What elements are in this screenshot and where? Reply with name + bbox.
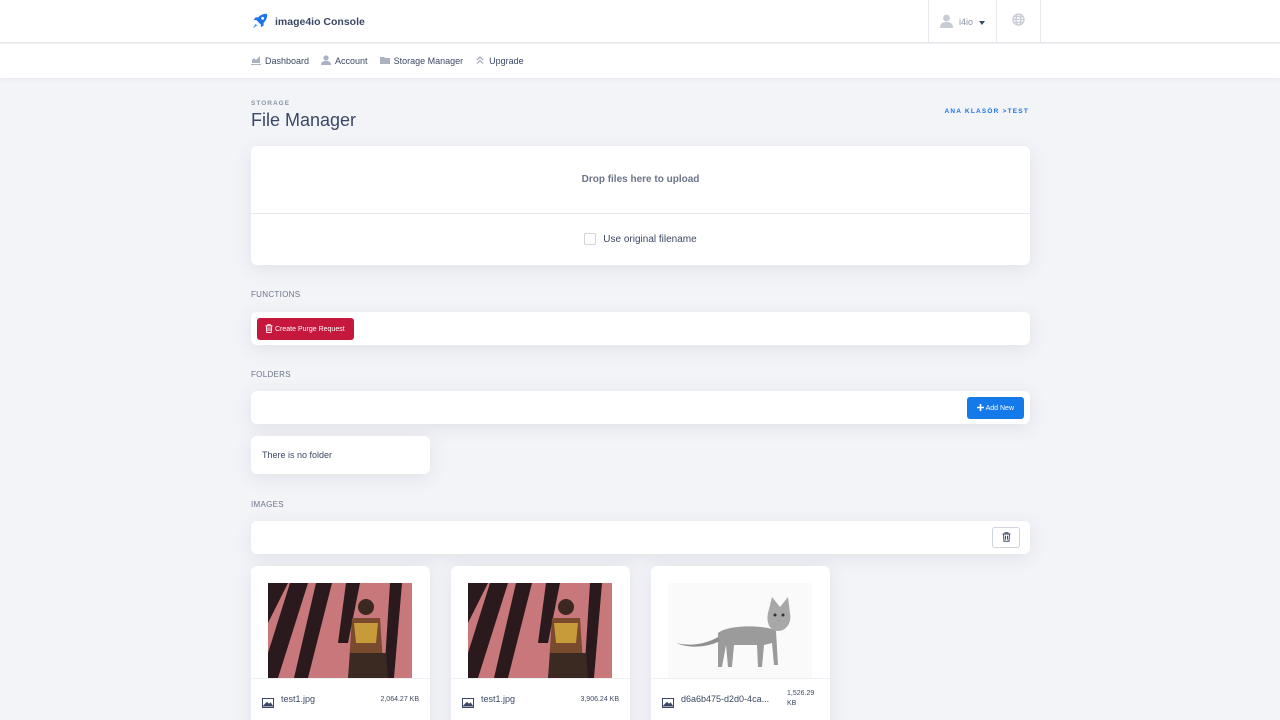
original-filename-checkbox[interactable] [584, 233, 597, 245]
nav-item-upgrade[interactable]: Upgrade [475, 55, 524, 67]
nav-item-label: Storage Manager [393, 56, 464, 66]
folders-card: Add New [251, 391, 1030, 424]
image-card[interactable]: test1.jpg 3,906.24 KB [451, 566, 630, 720]
app-title: image4io Console [275, 16, 365, 28]
functions-card: Create Purge Request [251, 312, 1030, 345]
nav-item-account[interactable]: Account [321, 55, 368, 67]
file-size: 2,064.27 KB [380, 696, 419, 703]
original-filename-option: Use original filename [251, 214, 1030, 264]
brand[interactable]: image4io Console [251, 12, 365, 32]
trash-icon [265, 323, 273, 335]
page-section-label: STORAGE [251, 100, 291, 107]
image-file-icon [262, 695, 274, 708]
add-button-label: Add New [985, 404, 1014, 412]
breadcrumb[interactable]: ANA KLASÖR >TEST [944, 108, 1029, 115]
caret-down-icon [979, 17, 985, 27]
file-size: 3,906.24 KB [580, 696, 619, 703]
original-filename-label[interactable]: Use original filename [603, 234, 696, 245]
nav-item-label: Dashboard [265, 56, 310, 66]
images-label: IMAGES [251, 500, 284, 509]
image-thumbnail[interactable] [468, 583, 612, 678]
user-menu[interactable]: i4io [928, 0, 996, 43]
upgrade-icon [475, 55, 485, 67]
image-meta: test1.jpg 2,064.27 KB [251, 678, 430, 718]
plus-icon [976, 403, 984, 413]
add-new-folder-button[interactable]: Add New [966, 397, 1024, 419]
functions-label: FUNCTIONS [251, 290, 301, 299]
create-purge-request-button[interactable]: Create Purge Request [257, 318, 354, 340]
drop-zone[interactable]: Drop files here to upload [251, 146, 1030, 214]
chart-icon [251, 55, 261, 67]
image-file-icon [462, 695, 474, 708]
images-card [251, 521, 1030, 554]
page-title: File Manager [251, 110, 357, 130]
file-name: d6a6b475-d2d0-4ca... [681, 694, 770, 704]
folder-icon [379, 55, 390, 67]
image-card[interactable]: d6a6b475-d2d0-4ca... 1,526.29 KB [651, 566, 830, 720]
image-meta: d6a6b475-d2d0-4ca... 1,526.29 KB [651, 678, 830, 718]
user-icon [321, 55, 332, 67]
image-card[interactable]: test1.jpg 2,064.27 KB [251, 566, 430, 720]
user-name: i4io [958, 16, 973, 27]
nav-item-label: Upgrade [489, 56, 524, 66]
image-thumbnail[interactable] [268, 583, 412, 678]
nav-item-label: Account [335, 56, 368, 66]
delete-images-button[interactable] [992, 527, 1020, 548]
image-meta: test1.jpg 3,906.24 KB [451, 678, 630, 718]
image-thumbnail[interactable] [668, 583, 812, 678]
no-folder-text: There is no folder [262, 450, 333, 460]
main-nav: Dashboard Account Storage Manager Upgrad… [0, 44, 1280, 78]
rocket-icon [251, 12, 269, 33]
file-name: test1.jpg [281, 694, 316, 704]
no-folder-card: There is no folder [251, 436, 430, 474]
user-avatar-icon [939, 14, 953, 30]
upload-card: Drop files here to upload Use original f… [251, 146, 1030, 265]
folders-label: FOLDERS [251, 370, 291, 379]
image-file-icon [662, 695, 674, 708]
language-selector[interactable] [996, 0, 1041, 43]
purge-button-label: Create Purge Request [275, 325, 345, 333]
trash-icon [1002, 530, 1011, 545]
file-name: test1.jpg [481, 694, 516, 704]
top-bar: image4io Console i4io [0, 0, 1280, 43]
nav-item-dashboard[interactable]: Dashboard [251, 55, 309, 67]
file-size: 1,526.29 KB [787, 690, 815, 708]
nav-item-storage-manager[interactable]: Storage Manager [379, 55, 464, 67]
globe-icon [1012, 12, 1025, 31]
